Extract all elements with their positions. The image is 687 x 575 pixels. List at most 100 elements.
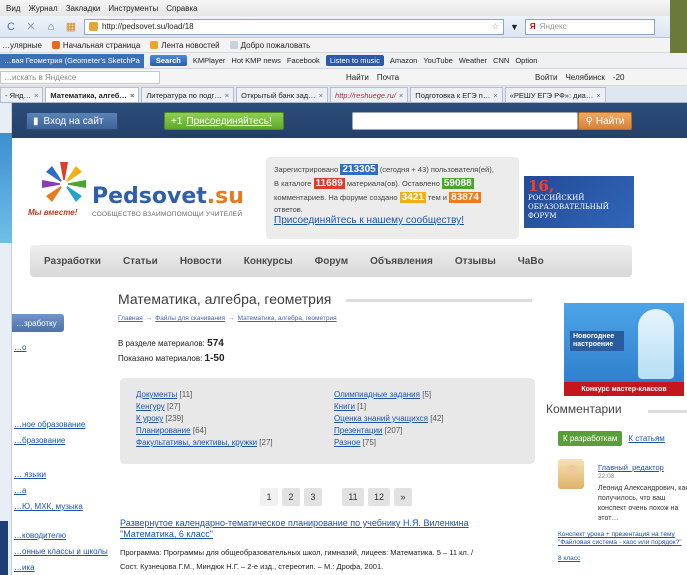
comment-class-link[interactable]: 8 класс — [558, 555, 580, 562]
join-community-link[interactable]: Присоединяйтесь к нашему сообществу! — [274, 214, 511, 228]
bookmark-popular[interactable]: …улярные — [2, 41, 42, 50]
nav-forum[interactable]: Форум — [315, 256, 348, 267]
close-icon[interactable]: × — [399, 91, 403, 100]
bookmark-news[interactable]: Лента новостей — [150, 41, 220, 50]
left-link-6[interactable]: …Ю, МХК, музыка — [14, 502, 83, 511]
category-item[interactable]: Оценка знаний учащихся [42] — [334, 414, 444, 423]
comment-material-link[interactable]: Конспект урока + презентация на тему "Фа… — [558, 531, 687, 547]
stop-icon[interactable]: ✕ — [24, 20, 38, 34]
left-link-2[interactable]: …ное образование — [14, 420, 85, 429]
left-link-8[interactable]: …онные классы и школы — [14, 547, 108, 556]
forum-banner[interactable]: 16, РОССИЙСКИЙ ОБРАЗОВАТЕЛЬНЫЙ ФОРУМ — [524, 176, 634, 228]
left-link-1[interactable]: …о — [14, 343, 26, 352]
category-item[interactable]: Планирование [64] — [136, 426, 273, 435]
menu-tools[interactable]: Инструменты — [108, 4, 158, 13]
yandex-mail-link[interactable]: Почта — [377, 73, 399, 82]
login-button[interactable]: ▮ Вход на сайт — [26, 112, 118, 130]
site-find-button[interactable]: ⚲ Найти — [578, 112, 632, 130]
tab-yandex[interactable]: - Янд… × — [0, 87, 44, 102]
category-item[interactable]: Разное [75] — [334, 438, 444, 447]
left-link-3[interactable]: …бразование — [14, 436, 65, 445]
article-title-link[interactable]: Развернутое календарно-тематическое план… — [120, 518, 500, 540]
page-11[interactable]: 11 — [342, 488, 364, 506]
addon-search-button[interactable]: Search — [149, 55, 187, 66]
site-search-input[interactable] — [352, 112, 578, 130]
left-link-4[interactable]: … языки — [14, 470, 46, 479]
nav-articles[interactable]: Статьи — [123, 256, 158, 267]
tab-reshu-ege[interactable]: «РЕШУ ЕГЭ РФ»: диа… × — [504, 87, 606, 102]
bookmark-welcome[interactable]: Добро пожаловать — [229, 41, 310, 50]
category-item[interactable]: Книги [1] — [334, 402, 444, 411]
menu-help[interactable]: Справка — [166, 4, 197, 13]
category-item[interactable]: К уроку [239] — [136, 414, 273, 423]
tab-literature[interactable]: Литература по подг… × — [141, 87, 235, 102]
tab-ege-prep[interactable]: Подготовка к ЕГЭ п… × — [410, 87, 503, 102]
tab-math[interactable]: Математика, алгеб… × — [45, 87, 140, 102]
page-next[interactable]: » — [394, 488, 412, 506]
nav-faq[interactable]: ЧаВо — [518, 256, 544, 267]
page-3[interactable]: 3 — [304, 488, 322, 506]
category-item[interactable]: Документы [11] — [136, 390, 273, 399]
tab-developments[interactable]: К разработкам — [558, 431, 623, 446]
avatar — [558, 459, 584, 489]
menu-bookmarks[interactable]: Закладки — [66, 4, 101, 13]
category-item[interactable]: Кенгуру [27] — [136, 402, 273, 411]
crumb-home[interactable]: Главная — [118, 315, 143, 322]
apps-icon[interactable]: ▦ — [64, 20, 78, 34]
left-link-7[interactable]: …ководителю — [14, 531, 66, 540]
join-button[interactable]: +1 Присоединяйтесь! — [164, 112, 284, 130]
toolbar-weather[interactable]: Weather — [459, 56, 487, 65]
category-item[interactable]: Олимпиадные задания [5] — [334, 390, 444, 399]
toolbar-listen-music[interactable]: Listen to music — [325, 55, 384, 66]
yandex-find-button[interactable]: Найти — [346, 73, 369, 82]
crumb-math[interactable]: Математика, алгебра, геометрия — [238, 315, 337, 322]
add-development-button[interactable]: …зработку — [12, 314, 64, 332]
close-icon[interactable]: × — [319, 91, 323, 100]
close-icon[interactable]: × — [130, 91, 134, 100]
promo-banner[interactable]: Новогоднее настроение Конкурс мастер-кла… — [564, 303, 684, 396]
tab-reshuege[interactable]: http://reshuege.ru/× — [330, 87, 409, 102]
category-item[interactable]: Презентации [207] — [334, 426, 444, 435]
toolbar-amazon[interactable]: Amazon — [390, 56, 418, 65]
close-icon[interactable]: × — [596, 91, 600, 100]
nav-announcements[interactable]: Объявления — [370, 256, 433, 267]
toolbar-options[interactable]: Option — [515, 56, 537, 65]
site-header: Pedsovet.su Мы вместе! СООБЩЕСТВО ВЗАИМО… — [12, 138, 687, 245]
category-item[interactable]: Факультативы, элективы, кружки [27] — [136, 438, 273, 447]
comment-author[interactable]: Главный_редактор — [598, 463, 664, 472]
toolbar-kmp-news[interactable]: Hot KMP news — [231, 56, 280, 65]
toolbar-facebook[interactable]: Facebook — [287, 56, 320, 65]
home-icon[interactable]: ⌂ — [44, 20, 58, 34]
close-icon[interactable]: × — [493, 91, 497, 100]
menu-history[interactable]: Журнал — [28, 4, 57, 13]
page-12[interactable]: 12 — [368, 488, 390, 506]
toolbar-kmplayer[interactable]: KMPlayer — [193, 56, 226, 65]
nav-developments[interactable]: Разработки — [44, 256, 101, 267]
download-icon[interactable]: ▼ — [510, 22, 519, 32]
nav-reviews[interactable]: Отзывы — [455, 256, 496, 267]
address-bar[interactable]: http://pedsovet.su/load/18 ☆ — [84, 18, 504, 35]
browser-search-box[interactable]: Я Яндекс — [524, 18, 655, 35]
left-link-9[interactable]: …ика — [14, 563, 35, 572]
menu-view[interactable]: Вид — [6, 4, 20, 13]
crumb-files[interactable]: Файлы для скачивания — [155, 315, 225, 322]
yandex-temperature: -20 — [612, 72, 625, 82]
bookmark-star-icon[interactable]: ☆ — [492, 22, 499, 31]
nav-contests[interactable]: Конкурсы — [244, 256, 293, 267]
yandex-city[interactable]: Челябинск — [565, 73, 604, 82]
yandex-login-link[interactable]: Войти — [535, 73, 557, 82]
site-logo[interactable]: Pedsovet.su — [92, 184, 244, 209]
page-2[interactable]: 2 — [282, 488, 300, 506]
nav-news[interactable]: Новости — [180, 256, 222, 267]
close-icon[interactable]: × — [34, 91, 38, 100]
toolbar-youtube[interactable]: YouTube — [423, 56, 452, 65]
reload-icon[interactable]: C — [4, 20, 18, 34]
tab-open-bank[interactable]: Открытый банк зад… × — [236, 87, 329, 102]
addon-search-field[interactable]: …вая Геометрия (Geometer's SketchPa — [0, 53, 144, 68]
tab-articles[interactable]: К статьям — [628, 434, 664, 443]
yandex-search-input[interactable]: …искать в Яндексе — [0, 70, 160, 84]
left-link-5[interactable]: …а — [14, 486, 26, 495]
toolbar-cnn[interactable]: CNN — [493, 56, 509, 65]
bookmark-home[interactable]: Начальная страница — [51, 41, 140, 50]
close-icon[interactable]: × — [225, 91, 229, 100]
